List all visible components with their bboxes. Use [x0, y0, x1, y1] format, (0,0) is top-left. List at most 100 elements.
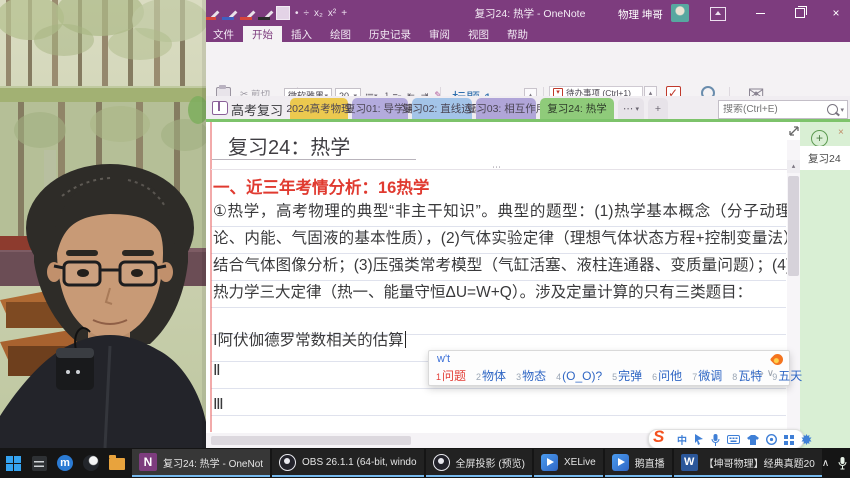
body-paragraph[interactable]: ①热学，高考物理的典型“非主干知识”。典型的题型：(1)热学基本概念（分子动理论…: [213, 198, 791, 306]
search-box[interactable]: ▾: [718, 100, 848, 119]
restore-icon: [795, 8, 805, 18]
tab-view[interactable]: 视图: [459, 26, 498, 42]
taskbar-task-live[interactable]: 鹅直播: [605, 449, 672, 477]
outline-border: [211, 169, 788, 170]
scroll-up-icon[interactable]: ▴: [787, 160, 800, 173]
favorite-pen-icon[interactable]: [258, 7, 271, 20]
close-button[interactable]: ×: [822, 0, 850, 26]
list-item-1[interactable]: Ⅰ阿伏伽德罗常数相关的估算: [213, 328, 406, 350]
restore-button[interactable]: [784, 0, 816, 26]
section-more-tab[interactable]: ⋯▾: [618, 98, 644, 119]
ime-language-icon[interactable]: 中: [677, 432, 687, 447]
sogou-toolbar[interactable]: S 中: [648, 429, 804, 449]
minimize-icon: [756, 13, 765, 14]
account-name[interactable]: 物理 坤哥: [618, 7, 663, 22]
equation-divide-icon[interactable]: ÷: [304, 8, 310, 19]
ime-candidate[interactable]: 3物态: [516, 367, 546, 385]
ime-composition: w't: [437, 353, 450, 365]
taskbar-browser-m-icon[interactable]: m: [52, 449, 78, 477]
new-section-tab[interactable]: +: [648, 98, 668, 119]
search-input[interactable]: [719, 104, 827, 115]
tab-insert[interactable]: 插入: [282, 26, 321, 42]
quick-access-toolbar: • ÷ x₂ x² +: [204, 4, 347, 22]
screen: • ÷ x₂ x² + 复习24: 热学 - OneNote 物理 坤哥 × 文…: [0, 0, 850, 478]
xelive-icon: [541, 454, 558, 471]
fullpage-view-icon[interactable]: [788, 125, 800, 137]
subscript-icon[interactable]: x₂: [314, 8, 323, 19]
ime-voice-icon[interactable]: [711, 434, 720, 446]
sogou-logo-icon[interactable]: S: [653, 427, 664, 447]
section-tab-01[interactable]: 复习01: 导学课: [352, 98, 408, 119]
section-tab-02[interactable]: 复习02: 直线运动: [412, 98, 472, 119]
ime-candidate[interactable]: 1问题: [436, 367, 466, 385]
ime-cursor-icon[interactable]: [694, 434, 704, 445]
favorite-pen-icon[interactable]: [240, 7, 253, 20]
superscript-icon[interactable]: x²: [328, 8, 336, 19]
notebook-icon[interactable]: [212, 101, 228, 115]
ime-toolbox-icon[interactable]: [766, 434, 777, 445]
close-icon: ×: [832, 6, 839, 20]
page-canvas[interactable]: 复习24：热学 ⋯ 一、近三年考情分析：16热学 ①热学，高考物理的典型“非主干…: [206, 122, 800, 448]
taskbar-task-obs-preview[interactable]: 全屏投影 (预览): [426, 449, 532, 477]
text-caret: [405, 331, 406, 348]
ime-candidate[interactable]: 4(O_O)?: [556, 367, 602, 385]
section-tab-2024[interactable]: 2024高考物理: [290, 98, 348, 119]
vertical-scroll-thumb[interactable]: [788, 176, 799, 276]
page-title-underline: [212, 159, 416, 160]
page-list-item-selected[interactable]: 复习24: [800, 146, 850, 170]
tab-draw[interactable]: 绘图: [321, 26, 360, 42]
obs-icon: [433, 454, 450, 471]
list-item-3[interactable]: Ⅲ: [213, 395, 224, 414]
ime-grid-icon[interactable]: [784, 435, 794, 445]
ime-keyboard-icon[interactable]: [727, 435, 740, 444]
system-tray: ∧ 中 S: [822, 456, 850, 471]
section-heading[interactable]: 一、近三年考情分析：16热学: [213, 174, 429, 198]
taskbar-file-explorer-icon[interactable]: [104, 449, 130, 477]
ime-settings-icon[interactable]: [801, 434, 812, 445]
ime-candidate[interactable]: 7微调: [692, 367, 722, 385]
taskbar-task-word[interactable]: W 【坤哥物理】经典真题20: [674, 449, 822, 477]
add-page-button[interactable]: +: [811, 130, 828, 147]
tab-help[interactable]: 帮助: [498, 26, 537, 42]
ime-candidate-list: 1问题 2物体 3物态 4(O_O)? 5完弹 6问他 7微调 8瓦特 9五天: [436, 367, 802, 385]
taskbar-browser-swirl-icon[interactable]: [78, 449, 104, 477]
tray-microphone-icon[interactable]: [838, 457, 847, 470]
taskbar-notes-app-icon[interactable]: [26, 449, 52, 477]
ime-page-arrows[interactable]: ‹›∨: [754, 368, 777, 379]
highlighter-color-swatch[interactable]: [276, 6, 290, 20]
ime-skin-icon[interactable]: [747, 435, 759, 445]
taskbar-task-obs[interactable]: OBS 26.1.1 (64-bit, windo: [272, 449, 424, 477]
account-avatar[interactable]: [671, 4, 689, 22]
tab-file[interactable]: 文件: [204, 26, 243, 42]
bullet-icon[interactable]: •: [295, 8, 299, 19]
start-button[interactable]: [0, 449, 26, 477]
favorite-pen-icon[interactable]: [222, 7, 235, 20]
webcam-video: [0, 0, 206, 448]
taskbar-task-onenote[interactable]: N 复习24: 热学 - OneNot: [132, 449, 270, 477]
ime-candidate[interactable]: 6问他: [652, 367, 682, 385]
ime-candidate[interactable]: 2物体: [476, 367, 506, 385]
ime-candidate[interactable]: 5完弹: [612, 367, 642, 385]
horizontal-scroll-thumb[interactable]: [211, 436, 411, 445]
onenote-icon: N: [139, 453, 157, 471]
page-title[interactable]: 复习24：热学: [228, 131, 350, 160]
ribbon-display-options-icon[interactable]: [710, 7, 726, 21]
notebook-name[interactable]: 高考复习: [231, 100, 283, 119]
taskbar-task-xelive[interactable]: XELive: [534, 449, 603, 477]
search-dropdown-icon[interactable]: ▾: [840, 106, 844, 114]
section-tab-24-active[interactable]: 复习24: 热学: [540, 98, 614, 119]
list-item-2[interactable]: Ⅱ: [213, 361, 221, 380]
sogou-flame-icon[interactable]: [770, 352, 786, 368]
qat-customize-icon[interactable]: +: [341, 8, 347, 19]
tab-home[interactable]: 开始: [243, 26, 282, 42]
page-item-label: 复习24: [800, 151, 841, 166]
minimize-button[interactable]: [744, 0, 776, 26]
page-list-panel: + × 复习24: [800, 122, 850, 448]
section-tab-03[interactable]: 复习03: 相互作用: [476, 98, 536, 119]
outline-drag-handle[interactable]: ⋯: [492, 162, 502, 173]
tab-review[interactable]: 审阅: [420, 26, 459, 42]
panel-close-icon[interactable]: ×: [838, 127, 844, 138]
search-icon: [827, 104, 838, 115]
tray-expand-icon[interactable]: ∧: [822, 458, 829, 469]
tab-history[interactable]: 历史记录: [360, 26, 420, 42]
